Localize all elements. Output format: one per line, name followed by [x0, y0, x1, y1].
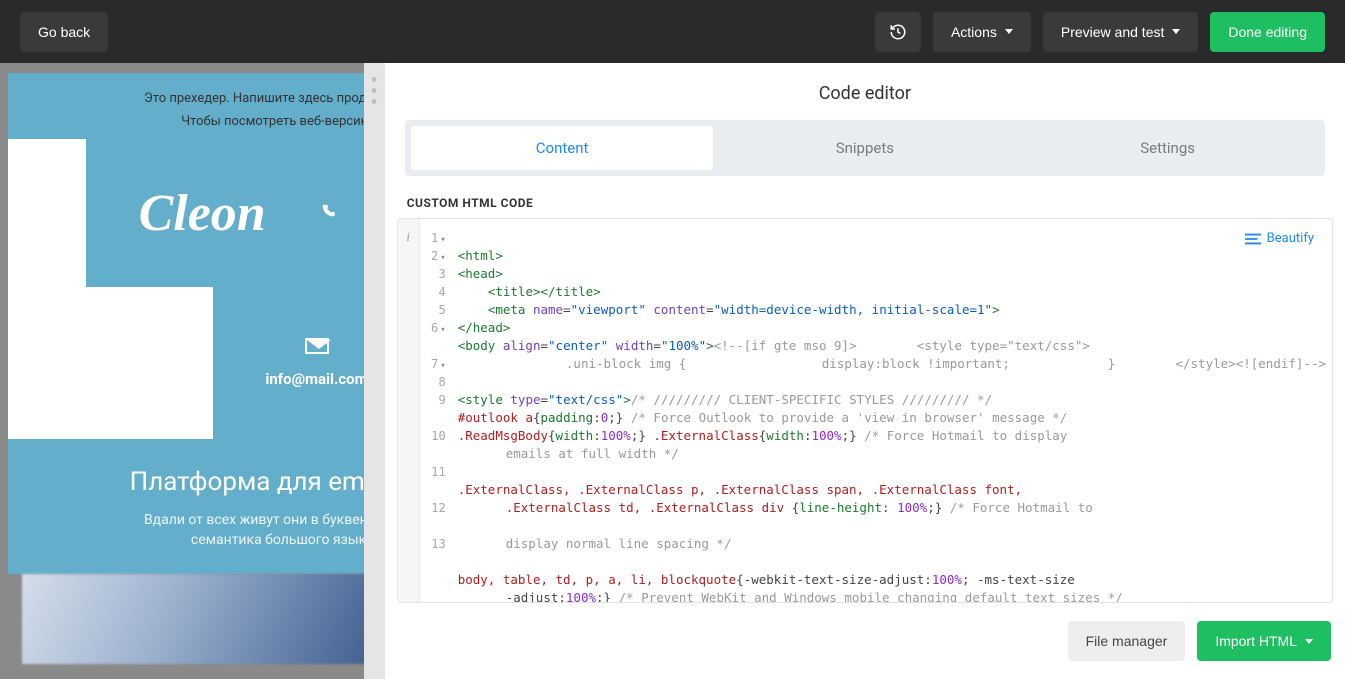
- beautify-label: Beautify: [1267, 231, 1314, 246]
- whitespace: [8, 139, 86, 287]
- phone-icon: [320, 203, 336, 223]
- history-icon: [889, 23, 907, 41]
- actions-dropdown[interactable]: Actions: [933, 12, 1031, 52]
- tab-snippets[interactable]: Snippets: [713, 126, 1016, 170]
- file-manager-button[interactable]: File manager: [1068, 621, 1186, 661]
- hero-subtitle-line: семантика большого языкового океана.: [191, 532, 364, 548]
- email-preview-pane: Это прехедер. Напишите здесь продолжение…: [0, 63, 364, 679]
- pane-resize-gutter[interactable]: [364, 63, 385, 679]
- beautify-icon: [1245, 233, 1261, 245]
- code-body[interactable]: <html> <head> <title></title> <meta name…: [452, 219, 1332, 602]
- hero-title: Платформа для email рассылки: [48, 467, 364, 497]
- info-icon: i: [406, 229, 410, 245]
- top-toolbar: Go back Actions Preview and test Done ed…: [0, 0, 1345, 63]
- editor-footer: File manager Import HTML: [385, 603, 1345, 679]
- preview-test-dropdown[interactable]: Preview and test: [1043, 12, 1199, 52]
- contact-email: info@mail.com: [265, 370, 363, 388]
- code-editor[interactable]: Beautify i 123456 789 10 11 12 13 <html>…: [397, 218, 1333, 603]
- section-label: CUSTOM HTML CODE: [385, 196, 1345, 218]
- hero-subtitle-line: Вдали от всех живут они в буквенных дома…: [144, 512, 364, 528]
- beautify-button[interactable]: Beautify: [1241, 229, 1318, 248]
- hero-section: Платформа для email рассылки Вдали от вс…: [8, 439, 364, 574]
- hero-image: [22, 574, 364, 664]
- line-number-gutter: 123456 789 10 11 12 13: [420, 219, 452, 602]
- import-html-dropdown[interactable]: Import HTML: [1197, 621, 1331, 661]
- webversion-text: Чтобы посмотреть веб-версию, нажмите: [181, 114, 364, 129]
- brand-logo: Cleon: [139, 184, 266, 243]
- tab-settings[interactable]: Settings: [1016, 126, 1319, 170]
- editor-tabs: Content Snippets Settings: [405, 120, 1325, 176]
- panel-title: Code editor: [385, 63, 1345, 120]
- go-back-button[interactable]: Go back: [20, 12, 108, 52]
- drag-handle-icon: [372, 77, 377, 104]
- done-editing-button[interactable]: Done editing: [1210, 12, 1325, 52]
- mail-icon: [305, 338, 329, 354]
- whitespace: [8, 287, 213, 439]
- preheader-text: Это прехедер. Напишите здесь продолжение…: [144, 91, 364, 106]
- email-preheader-block: Это прехедер. Напишите здесь продолжение…: [8, 73, 364, 139]
- tab-content[interactable]: Content: [411, 126, 714, 170]
- history-button[interactable]: [875, 12, 921, 52]
